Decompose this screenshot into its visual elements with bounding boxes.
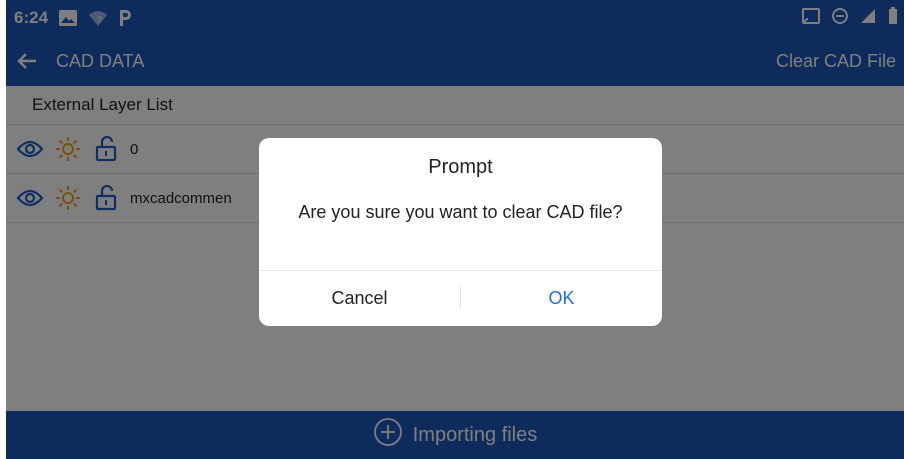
cancel-button[interactable]: Cancel bbox=[259, 271, 460, 326]
confirm-dialog: Prompt Are you sure you want to clear CA… bbox=[259, 138, 662, 326]
dialog-title: Prompt bbox=[428, 156, 493, 178]
ok-button[interactable]: OK bbox=[461, 271, 662, 326]
dialog-message: Are you sure you want to clear CAD file? bbox=[298, 202, 623, 222]
app-screen: 6:24 ? CAD DATA bbox=[6, 0, 904, 459]
